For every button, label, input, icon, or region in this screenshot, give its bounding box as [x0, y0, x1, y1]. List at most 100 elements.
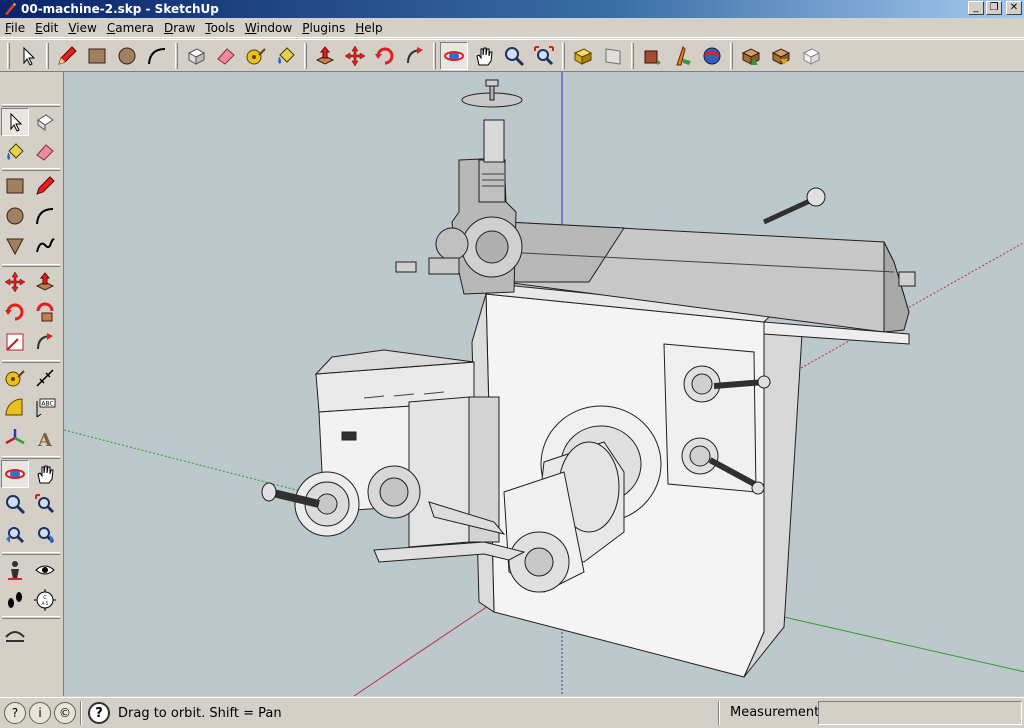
arc-icon — [148, 47, 166, 64]
share-component-button[interactable] — [668, 42, 696, 70]
toolbar-grip[interactable] — [7, 42, 10, 69]
sketchup-app-icon[interactable] — [3, 2, 17, 16]
menu-camera[interactable]: Camera — [102, 21, 159, 35]
follow-me-icon — [407, 46, 423, 63]
eraser-tool[interactable] — [31, 138, 59, 166]
eraser-icon — [217, 47, 235, 65]
rectangle-tool[interactable] — [1, 172, 29, 200]
push-pull-button[interactable] — [311, 42, 339, 70]
move-tool[interactable] — [1, 268, 29, 296]
3d-text-tool[interactable]: A — [31, 424, 59, 452]
pencil-icon — [58, 45, 77, 65]
pencil-button[interactable] — [53, 42, 81, 70]
status-separator — [80, 701, 82, 725]
toolbar-separator — [175, 42, 178, 69]
rotate-button[interactable] — [371, 42, 399, 70]
next-view-button[interactable] — [599, 42, 627, 70]
freehand-tool[interactable] — [31, 232, 59, 260]
text-icon: ABC — [36, 398, 56, 418]
dimension-tool[interactable] — [31, 364, 59, 392]
copyright-icon[interactable]: © — [54, 702, 76, 724]
make-component-tool[interactable] — [31, 108, 59, 136]
select-tool[interactable] — [1, 108, 29, 136]
tape-measure-button[interactable] — [242, 42, 270, 70]
circle-tool[interactable] — [1, 202, 29, 230]
tape-measure-tool[interactable] — [1, 364, 29, 392]
menu-window[interactable]: Window — [240, 21, 297, 35]
pan-icon — [37, 465, 54, 484]
text-tool[interactable]: ABC — [31, 394, 59, 422]
previous-tool[interactable] — [1, 520, 29, 548]
orbit-tool[interactable] — [1, 460, 29, 488]
eraser-button[interactable] — [212, 42, 240, 70]
follow-me-tool[interactable] — [31, 298, 59, 326]
zoom-tool[interactable] — [1, 490, 29, 518]
rotate-tool[interactable] — [1, 298, 29, 326]
offset-icon — [37, 333, 53, 350]
menu-draw[interactable]: Draw — [159, 21, 200, 35]
toolbar-grip[interactable] — [2, 104, 60, 107]
arc-tool[interactable] — [31, 202, 59, 230]
sandbox-tool[interactable] — [1, 622, 29, 650]
select-button[interactable] — [14, 42, 42, 70]
paint-bucket-icon — [278, 46, 295, 64]
zoom-button[interactable] — [500, 42, 528, 70]
instructor-help-icon[interactable]: ? — [88, 702, 110, 724]
position-camera-tool[interactable] — [1, 556, 29, 584]
orbit-button[interactable] — [440, 41, 468, 70]
toolbar-separator — [631, 42, 634, 69]
minimize-button[interactable]: _ — [968, 1, 984, 15]
polygon-tool[interactable] — [1, 232, 29, 260]
menu-plugins[interactable]: Plugins — [297, 21, 350, 35]
paint-bucket-button[interactable] — [272, 42, 300, 70]
zoom-extents-tool[interactable] — [31, 520, 59, 548]
protractor-tool[interactable] — [1, 394, 29, 422]
offset-tool[interactable] — [31, 328, 59, 356]
follow-me-button[interactable] — [401, 42, 429, 70]
credits-icon[interactable]: i — [29, 702, 51, 724]
axes-icon — [5, 429, 25, 445]
close-button[interactable]: ✕ — [1006, 1, 1022, 15]
menu-plugins-label: lugins — [309, 20, 346, 35]
rectangle-button[interactable] — [83, 42, 111, 70]
menu-file[interactable]: File — [0, 21, 30, 35]
look-around-tool[interactable] — [31, 556, 59, 584]
make-component-icon — [37, 114, 54, 131]
pan-button[interactable] — [470, 42, 498, 70]
zoom-window-tool[interactable] — [31, 490, 59, 518]
share-model-button[interactable] — [698, 42, 726, 70]
push-pull-tool[interactable] — [31, 268, 59, 296]
paint-bucket-tool[interactable] — [1, 138, 29, 166]
maximize-button[interactable]: ❐ — [986, 1, 1002, 15]
menu-bar: File Edit View Camera Draw Tools Window … — [0, 18, 1024, 38]
line-tool[interactable] — [31, 172, 59, 200]
model-viewport[interactable] — [63, 72, 1024, 696]
shaper-machine-model[interactable] — [261, 79, 916, 678]
zoom-extents-button[interactable] — [530, 42, 558, 70]
get-models-button[interactable] — [638, 42, 666, 70]
section-plane-tool[interactable]: C A-5 — [31, 586, 59, 614]
line-icon — [36, 176, 55, 195]
get-photo-button[interactable] — [767, 42, 795, 70]
walk-tool[interactable] — [1, 586, 29, 614]
menu-edit[interactable]: Edit — [30, 21, 63, 35]
axes-tool[interactable] — [1, 424, 29, 452]
circle-button[interactable] — [113, 42, 141, 70]
paint-bucket-icon — [7, 143, 24, 160]
green-axis — [783, 616, 1024, 673]
previous-view-button[interactable] — [569, 42, 597, 70]
menu-help[interactable]: Help — [350, 21, 387, 35]
menu-tools[interactable]: Tools — [200, 21, 240, 35]
measurements-input[interactable] — [818, 701, 1022, 725]
svg-text:A: A — [37, 430, 53, 449]
geo-location-icon[interactable]: ? — [4, 702, 26, 724]
component-options-button[interactable] — [797, 42, 825, 70]
menu-view[interactable]: View — [63, 21, 101, 35]
move-button[interactable] — [341, 42, 369, 70]
make-component-button[interactable] — [182, 42, 210, 70]
arc-button[interactable] — [143, 42, 171, 70]
scale-tool[interactable] — [1, 328, 29, 356]
pan-tool[interactable] — [31, 460, 59, 488]
warehouse-button[interactable] — [737, 42, 765, 70]
menu-edit-accel: E — [35, 20, 43, 35]
